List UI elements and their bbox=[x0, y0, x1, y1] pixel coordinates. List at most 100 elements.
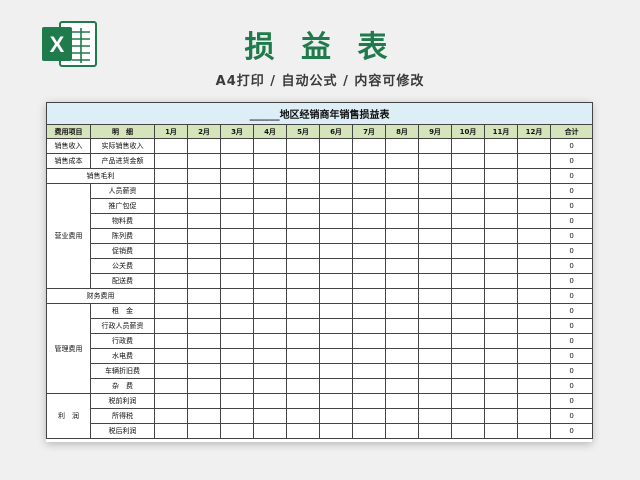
month-cell[interactable] bbox=[253, 183, 287, 199]
month-cell[interactable] bbox=[418, 348, 452, 364]
month-cell[interactable] bbox=[484, 333, 518, 349]
month-cell[interactable] bbox=[484, 258, 518, 274]
month-cell[interactable] bbox=[187, 423, 221, 439]
month-cell[interactable] bbox=[286, 378, 320, 394]
month-cell[interactable] bbox=[253, 378, 287, 394]
month-cell[interactable] bbox=[352, 363, 386, 379]
month-cell[interactable] bbox=[253, 363, 287, 379]
month-cell[interactable] bbox=[253, 198, 287, 214]
month-cell[interactable] bbox=[352, 183, 386, 199]
detail-cell[interactable]: 所得税 bbox=[90, 408, 155, 424]
detail-cell[interactable]: 促销费 bbox=[90, 243, 155, 259]
month-cell[interactable] bbox=[187, 153, 221, 169]
month-cell[interactable] bbox=[220, 393, 254, 409]
month-cell[interactable] bbox=[517, 138, 551, 154]
month-cell[interactable] bbox=[385, 393, 419, 409]
month-cell[interactable] bbox=[418, 288, 452, 304]
month-cell[interactable] bbox=[154, 228, 188, 244]
month-cell[interactable] bbox=[484, 198, 518, 214]
month-cell[interactable] bbox=[451, 258, 485, 274]
total-cell[interactable]: 0 bbox=[549, 393, 594, 409]
month-cell[interactable] bbox=[385, 318, 419, 334]
month-cell[interactable] bbox=[451, 168, 485, 184]
total-cell[interactable]: 0 bbox=[549, 198, 594, 214]
month-cell[interactable] bbox=[385, 168, 419, 184]
month-cell[interactable] bbox=[253, 288, 287, 304]
month-cell[interactable] bbox=[187, 258, 221, 274]
month-cell[interactable] bbox=[154, 363, 188, 379]
month-cell[interactable] bbox=[220, 213, 254, 229]
month-cell[interactable] bbox=[385, 198, 419, 214]
month-cell[interactable] bbox=[319, 168, 353, 184]
month-cell[interactable] bbox=[418, 258, 452, 274]
month-cell[interactable] bbox=[517, 213, 551, 229]
month-cell[interactable] bbox=[154, 318, 188, 334]
month-cell[interactable] bbox=[484, 423, 518, 439]
month-cell[interactable] bbox=[187, 273, 221, 289]
month-cell[interactable] bbox=[451, 378, 485, 394]
month-cell[interactable] bbox=[319, 198, 353, 214]
month-cell[interactable] bbox=[517, 288, 551, 304]
month-cell[interactable] bbox=[220, 378, 254, 394]
month-cell[interactable] bbox=[220, 258, 254, 274]
total-cell[interactable]: 0 bbox=[549, 318, 594, 334]
month-cell[interactable] bbox=[286, 183, 320, 199]
detail-cell[interactable]: 产品进货金额 bbox=[90, 153, 155, 169]
detail-cell[interactable]: 车辆折旧费 bbox=[90, 363, 155, 379]
month-cell[interactable] bbox=[187, 168, 221, 184]
month-cell[interactable] bbox=[286, 303, 320, 319]
detail-cell[interactable]: 税后利润 bbox=[90, 423, 155, 439]
month-cell[interactable] bbox=[253, 258, 287, 274]
month-cell[interactable] bbox=[352, 333, 386, 349]
month-cell[interactable] bbox=[352, 408, 386, 424]
month-cell[interactable] bbox=[319, 348, 353, 364]
total-cell[interactable]: 0 bbox=[549, 423, 594, 439]
month-cell[interactable] bbox=[187, 228, 221, 244]
category-cell[interactable]: 利 润 bbox=[46, 393, 91, 439]
month-cell[interactable] bbox=[418, 303, 452, 319]
month-cell[interactable] bbox=[451, 393, 485, 409]
total-cell[interactable]: 0 bbox=[549, 243, 594, 259]
month-cell[interactable] bbox=[253, 423, 287, 439]
month-cell[interactable] bbox=[286, 213, 320, 229]
month-cell[interactable] bbox=[187, 288, 221, 304]
month-cell[interactable] bbox=[418, 378, 452, 394]
month-cell[interactable] bbox=[154, 153, 188, 169]
detail-cell[interactable]: 人员薪资 bbox=[90, 183, 155, 199]
month-cell[interactable] bbox=[286, 408, 320, 424]
month-cell[interactable] bbox=[517, 423, 551, 439]
category-cell[interactable]: 销售成本 bbox=[46, 153, 91, 169]
total-cell[interactable]: 0 bbox=[549, 168, 594, 184]
detail-cell[interactable]: 水电费 bbox=[90, 348, 155, 364]
month-cell[interactable] bbox=[484, 348, 518, 364]
month-cell[interactable] bbox=[418, 138, 452, 154]
month-cell[interactable] bbox=[385, 183, 419, 199]
month-cell[interactable] bbox=[220, 348, 254, 364]
month-cell[interactable] bbox=[451, 348, 485, 364]
month-cell[interactable] bbox=[484, 273, 518, 289]
month-cell[interactable] bbox=[385, 273, 419, 289]
month-cell[interactable] bbox=[187, 138, 221, 154]
month-cell[interactable] bbox=[220, 363, 254, 379]
month-cell[interactable] bbox=[484, 213, 518, 229]
month-cell[interactable] bbox=[154, 378, 188, 394]
month-cell[interactable] bbox=[451, 318, 485, 334]
month-cell[interactable] bbox=[286, 168, 320, 184]
month-cell[interactable] bbox=[517, 168, 551, 184]
month-cell[interactable] bbox=[418, 363, 452, 379]
month-cell[interactable] bbox=[253, 393, 287, 409]
month-cell[interactable] bbox=[418, 153, 452, 169]
month-cell[interactable] bbox=[220, 423, 254, 439]
month-cell[interactable] bbox=[517, 318, 551, 334]
month-cell[interactable] bbox=[319, 228, 353, 244]
month-cell[interactable] bbox=[319, 423, 353, 439]
month-cell[interactable] bbox=[220, 153, 254, 169]
total-cell[interactable]: 0 bbox=[549, 288, 594, 304]
total-cell[interactable]: 0 bbox=[549, 213, 594, 229]
month-cell[interactable] bbox=[187, 393, 221, 409]
month-cell[interactable] bbox=[352, 393, 386, 409]
month-cell[interactable] bbox=[484, 393, 518, 409]
month-cell[interactable] bbox=[154, 393, 188, 409]
month-cell[interactable] bbox=[418, 228, 452, 244]
month-cell[interactable] bbox=[220, 243, 254, 259]
